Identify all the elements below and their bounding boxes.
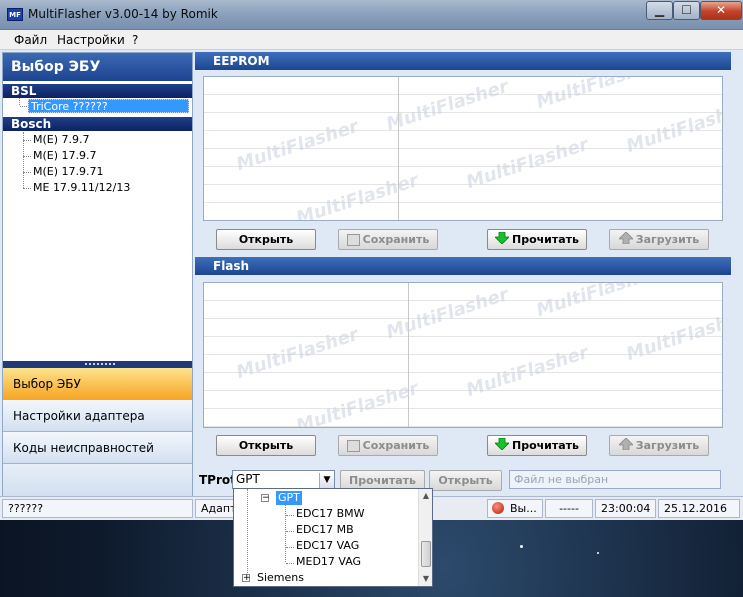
up-arrow-icon	[617, 436, 634, 456]
minimize-button[interactable]: ▁	[646, 1, 673, 20]
watermark: MultiFlasher	[293, 169, 422, 221]
flash-write-button[interactable]: Загрузить	[609, 435, 709, 456]
menu-bar: Файл Настройки ?	[0, 30, 743, 50]
flash-read-button[interactable]: Прочитать	[487, 435, 587, 456]
desktop-star	[520, 545, 523, 548]
status-red-dot-icon	[492, 502, 504, 514]
watermark: MultiFlasher	[293, 377, 422, 428]
flash-open-button[interactable]: Открыть	[216, 435, 316, 456]
app-icon: MF	[7, 8, 23, 21]
scroll-up-icon[interactable]: ▲	[419, 489, 433, 503]
menu-help[interactable]: ?	[132, 33, 138, 47]
watermark: MultiFlasher	[233, 115, 362, 176]
splitter-grip[interactable]	[85, 363, 115, 365]
dropdown-item-siemens[interactable]: Siemens	[257, 570, 304, 586]
tprot-open-button[interactable]: Открыть	[429, 470, 502, 491]
watermark: MultiFlasher	[533, 282, 662, 322]
title-bar[interactable]: MF MultiFlasher v3.00-14 by Romik ▁ ☐ ✕	[0, 0, 743, 30]
ecu-tree: BSL TriCore ?????? Bosch M(E) 7.9.7 M(E)…	[3, 81, 192, 361]
tprot-dropdown-list[interactable]: − GPT EDC17 BMW EDC17 MB EDC17 VAG MED17…	[233, 488, 433, 587]
menu-file[interactable]: Файл	[14, 33, 47, 47]
watermark: MultiFlasher	[233, 323, 362, 384]
eeprom-hex-view[interactable]: MultiFlasher MultiFlasher MultiFlasher M…	[203, 76, 723, 221]
maximize-button[interactable]: ☐	[673, 1, 700, 20]
eeprom-open-button[interactable]: Открыть	[216, 229, 316, 250]
eeprom-save-button[interactable]: Сохранить	[338, 229, 438, 250]
dropdown-item-edc17-bmw[interactable]: EDC17 BMW	[296, 506, 365, 522]
tree-item-me1797[interactable]: M(E) 17.9.7	[23, 149, 97, 163]
dropdown-item-edc17-vag[interactable]: EDC17 VAG	[296, 538, 359, 554]
watermark: MultiFlasher	[463, 341, 592, 402]
tree-line	[286, 531, 294, 532]
dropdown-item-edc17-mb[interactable]: EDC17 MB	[296, 522, 354, 538]
tree-group-bosch[interactable]: Bosch	[3, 117, 192, 131]
tree-line	[286, 547, 294, 548]
watermark: MultiFlasher	[383, 76, 512, 136]
flash-hex-view[interactable]: MultiFlasher MultiFlasher MultiFlasher M…	[203, 282, 723, 428]
tree-line	[247, 489, 248, 577]
tree-line	[19, 98, 20, 105]
tree-item-me797[interactable]: M(E) 7.9.7	[23, 133, 90, 147]
up-arrow-icon	[617, 230, 634, 250]
close-button[interactable]: ✕	[700, 1, 742, 20]
status-date: 25.12.2016	[658, 499, 740, 518]
tree-line	[285, 505, 286, 562]
status-time: 23:00:04	[595, 499, 656, 518]
dropdown-item-gpt[interactable]: GPT	[276, 491, 302, 505]
tprot-selected-value: GPT	[236, 472, 260, 486]
scroll-thumb[interactable]	[421, 541, 431, 567]
tree-group-bsl[interactable]: BSL	[3, 84, 192, 98]
scroll-down-icon[interactable]: ▼	[419, 572, 433, 586]
menu-settings[interactable]: Настройки	[57, 33, 125, 47]
hex-column-divider	[408, 283, 409, 427]
chevron-down-icon[interactable]: ▼	[319, 473, 334, 488]
eeprom-panel: EEPROM MultiFlasher MultiFlasher MultiFl…	[195, 52, 731, 255]
nav-empty-slot	[3, 464, 192, 496]
eeprom-write-button[interactable]: Загрузить	[609, 229, 709, 250]
dropdown-item-med17-vag[interactable]: MED17 VAG	[296, 554, 361, 570]
tprot-select[interactable]: GPT ▼	[232, 470, 335, 489]
nav-adapter-settings[interactable]: Настройки адаптера	[3, 400, 192, 432]
eeprom-title: EEPROM	[195, 52, 731, 70]
file-name-field: Файл не выбран	[509, 470, 721, 489]
tree-line	[20, 106, 27, 107]
nav-ecu-select[interactable]: Выбор ЭБУ	[3, 368, 192, 400]
tprot-label: TProt	[199, 473, 236, 487]
watermark: MultiFlasher	[383, 283, 512, 344]
flash-title: Flash	[195, 257, 731, 275]
watermark: MultiFlasher	[533, 76, 662, 114]
watermark: MultiFlasher	[623, 97, 723, 158]
tree-line	[286, 515, 294, 516]
left-pane: Выбор ЭБУ BSL TriCore ?????? Bosch M(E) …	[2, 52, 193, 520]
collapse-icon[interactable]: −	[261, 494, 270, 503]
status-dashes: -----	[545, 499, 593, 518]
down-arrow-icon	[494, 437, 510, 456]
hex-column-divider	[398, 77, 399, 220]
expand-icon[interactable]: +	[242, 574, 251, 583]
status-adapter: Адапте	[195, 499, 235, 518]
disk-icon	[346, 234, 360, 246]
tree-item-tricore[interactable]: TriCore ??????	[28, 99, 189, 113]
tree-item-me17911[interactable]: ME 17.9.11/12/13	[23, 181, 130, 195]
eeprom-read-button[interactable]: Прочитать	[487, 229, 587, 250]
ecu-select-header: Выбор ЭБУ	[3, 53, 192, 81]
window-title: MultiFlasher v3.00-14 by Romik	[28, 7, 218, 21]
desktop-star	[597, 552, 599, 554]
down-arrow-icon	[494, 231, 510, 250]
watermark: MultiFlasher	[623, 305, 723, 366]
disk-icon	[346, 440, 360, 452]
nav-fault-codes[interactable]: Коды неисправностей	[3, 432, 192, 464]
flash-save-button[interactable]: Сохранить	[338, 435, 438, 456]
tree-item-me17971[interactable]: M(E) 17.9.71	[23, 165, 104, 179]
status-ecu: ??????	[2, 499, 193, 518]
watermark: MultiFlasher	[463, 133, 592, 194]
flash-panel: Flash MultiFlasher MultiFlasher MultiFla…	[195, 257, 731, 466]
dropdown-scrollbar[interactable]: ▲ ▼	[418, 489, 432, 586]
tree-line	[286, 563, 294, 564]
status-connection: Вы...	[487, 499, 543, 518]
